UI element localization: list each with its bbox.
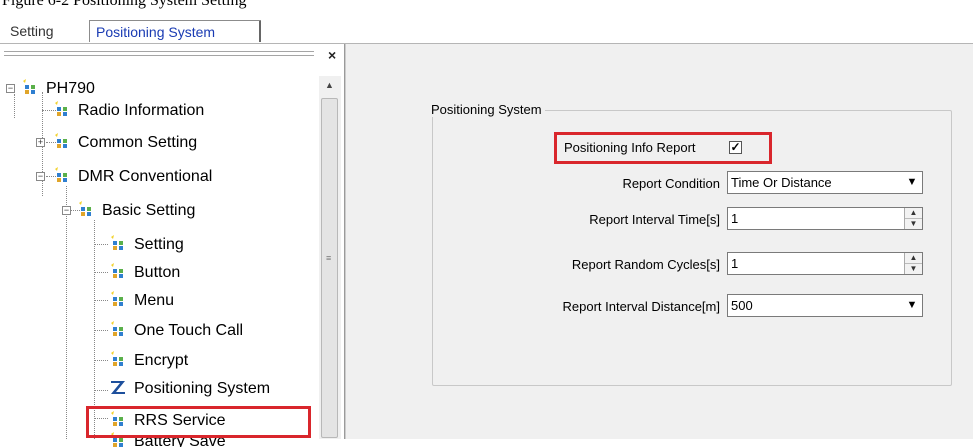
spin-up-icon[interactable]: ▲ [905, 253, 922, 264]
scroll-up-arrow-icon[interactable]: ▲ [325, 80, 334, 90]
tree-item-label: Basic Setting [102, 202, 196, 219]
tree-line [94, 390, 108, 391]
tree-item-setting[interactable]: Setting [108, 234, 184, 256]
close-icon[interactable]: × [328, 47, 336, 63]
tree-line [94, 330, 108, 331]
pane-header: × [0, 47, 344, 64]
tree-item-label: One Touch Call [134, 322, 244, 339]
tree-item-menu[interactable]: Menu [108, 290, 174, 312]
report-condition-value: Time Or Distance [731, 175, 832, 190]
tree-item-button[interactable]: Button [108, 262, 180, 284]
figure-caption: Figure 6-2 Positioning System Setting [2, 0, 247, 9]
report-interval-distance-value: 500 [731, 298, 753, 313]
report-random-cycles-label: Report Random Cycles[s] [571, 257, 720, 272]
spin-down-icon[interactable]: ▼ [905, 219, 922, 229]
highlight-box [86, 406, 311, 438]
scrollbar-thumb[interactable]: ≡ [321, 98, 338, 438]
tree-line [14, 94, 15, 118]
group-title: Positioning System [428, 102, 545, 117]
tree-item-common-setting[interactable]: Common Setting [52, 132, 197, 154]
tree-line [94, 360, 108, 361]
spin-buttons[interactable]: ▲ ▼ [904, 253, 922, 274]
folder-sparkle-icon [23, 79, 35, 94]
highlight-box [554, 132, 772, 164]
collapse-toggle[interactable]: − [36, 172, 45, 181]
tree-item-label: Menu [134, 292, 175, 309]
folder-sparkle-icon [111, 263, 123, 278]
report-interval-distance-select[interactable]: 500 ▼ [727, 294, 923, 317]
report-random-cycles-value: 1 [731, 256, 739, 271]
pane-grip[interactable] [4, 51, 314, 52]
report-random-cycles-stepper[interactable]: 1 ▲ ▼ [727, 252, 923, 275]
collapse-toggle[interactable]: − [62, 206, 71, 215]
folder-sparkle-icon [79, 201, 91, 216]
tree-line [94, 300, 108, 301]
tab-strip: Setting Positioning System [0, 16, 973, 44]
tree-item-label: Common Setting [78, 134, 198, 151]
tree-item-radio-information[interactable]: Radio Information [52, 100, 204, 122]
tree-item-label: DMR Conventional [78, 168, 213, 185]
pane-grip-line [4, 55, 314, 56]
tree-item-encrypt[interactable]: Encrypt [108, 350, 188, 372]
report-interval-time-stepper[interactable]: 1 ▲ ▼ [727, 207, 923, 230]
collapse-toggle[interactable]: − [6, 84, 15, 93]
report-interval-time-value: 1 [731, 211, 739, 226]
navigation-tree: − + − − PH790 Radio Information Common S… [0, 76, 318, 447]
report-interval-distance-label: Report Interval Distance[m] [562, 299, 720, 314]
tree-item-positioning-system[interactable]: Positioning System [108, 378, 270, 400]
tree-scrollbar[interactable]: ▲ ≡ [319, 76, 341, 439]
spin-down-icon[interactable]: ▼ [905, 264, 922, 274]
folder-sparkle-icon [55, 133, 67, 148]
tree-item-one-touch-call[interactable]: One Touch Call [108, 320, 243, 342]
spin-up-icon[interactable]: ▲ [905, 208, 922, 219]
settings-pane: Positioning System Positioning Info Repo… [356, 44, 973, 439]
spin-buttons[interactable]: ▲ ▼ [904, 208, 922, 229]
tab-positioning-system[interactable]: Positioning System [89, 20, 261, 42]
folder-sparkle-icon [55, 101, 67, 116]
folder-sparkle-icon [111, 235, 123, 250]
report-condition-label: Report Condition [622, 176, 720, 191]
tree-root-label: PH790 [46, 80, 95, 97]
z-logo-icon [109, 379, 127, 395]
chevron-down-icon[interactable]: ▼ [902, 295, 922, 316]
chevron-down-icon[interactable]: ▼ [902, 172, 922, 193]
folder-sparkle-icon [111, 321, 123, 336]
folder-sparkle-icon [55, 167, 67, 182]
tab-setting[interactable]: Setting [6, 20, 58, 42]
tree-item-label: Setting [134, 236, 184, 253]
tree-item-dmr-conventional[interactable]: DMR Conventional [52, 166, 212, 188]
tree-item-label: Positioning System [134, 380, 271, 397]
expand-toggle[interactable]: + [36, 138, 45, 147]
tree-line [94, 272, 108, 273]
navigation-tree-pane: × − + − − PH790 Radio Information Common… [0, 44, 345, 447]
tree-item-label: Radio Information [78, 102, 205, 119]
folder-sparkle-icon [111, 351, 123, 366]
grip-icon: ≡ [326, 253, 332, 263]
tree-line [94, 244, 108, 245]
tree-item-basic-setting[interactable]: Basic Setting [76, 200, 195, 222]
report-condition-select[interactable]: Time Or Distance ▼ [727, 171, 923, 194]
report-interval-time-label: Report Interval Time[s] [589, 212, 720, 227]
tree-item-label: Encrypt [134, 352, 189, 369]
tree-root-ph790[interactable]: PH790 [20, 78, 95, 100]
folder-sparkle-icon [111, 291, 123, 306]
tree-item-label: Button [134, 264, 181, 281]
tree-line [66, 186, 67, 439]
